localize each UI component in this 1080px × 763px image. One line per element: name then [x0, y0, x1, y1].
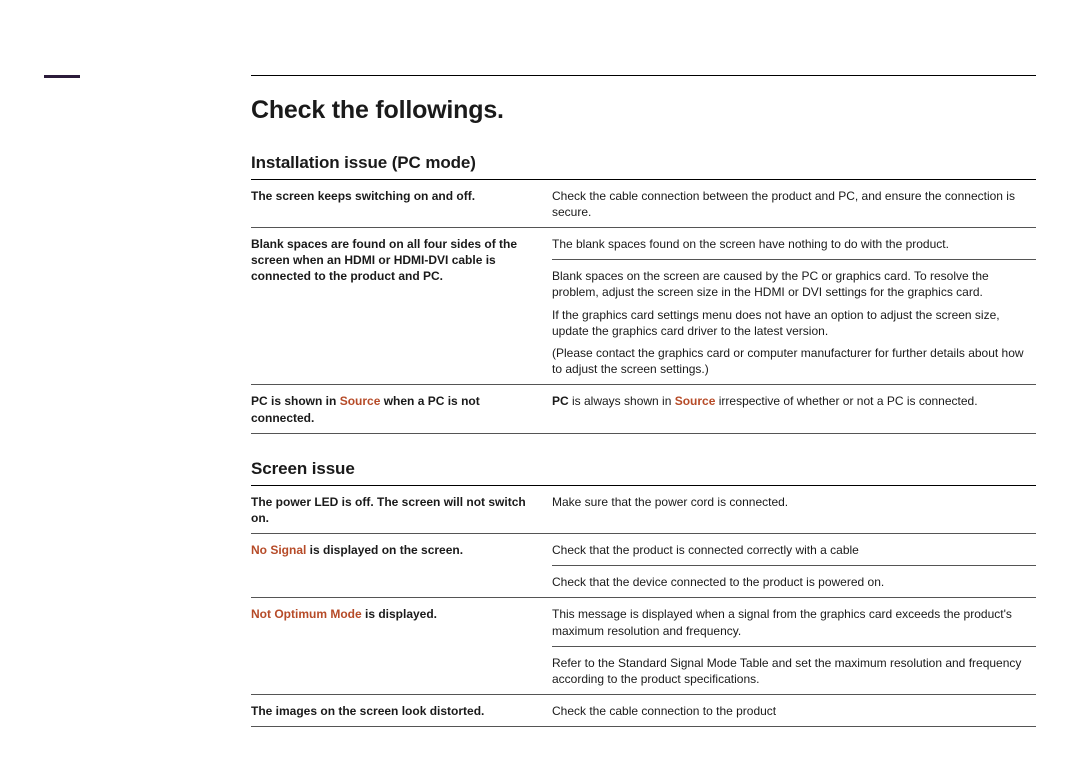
section-heading-screen: Screen issue — [251, 458, 1036, 481]
accent-term: No Signal — [251, 543, 306, 557]
desc-line: If the graphics card settings menu does … — [552, 307, 1030, 339]
label-part: PC — [251, 394, 268, 408]
issue-desc: The blank spaces found on the screen hav… — [552, 228, 1036, 259]
issue-desc: This message is displayed when a signal … — [552, 598, 1036, 645]
issue-desc: Check the cable connection between the p… — [552, 180, 1036, 227]
desc-part: is always shown in — [569, 394, 675, 408]
row-divider — [251, 433, 1036, 434]
desc-line: (Please contact the graphics card or com… — [552, 345, 1030, 377]
accent-term: Source — [340, 394, 381, 408]
page-title: Check the followings. — [251, 94, 1036, 128]
issue-desc: Refer to the Standard Signal Mode Table … — [552, 647, 1036, 694]
issue-label: PC is shown in Source when a PC is not c… — [251, 385, 552, 432]
section-heading-installation: Installation issue (PC mode) — [251, 152, 1036, 175]
issue-desc: Blank spaces on the screen are caused by… — [552, 260, 1036, 384]
issue-label: The screen keeps switching on and off. — [251, 180, 552, 227]
issue-desc: Make sure that the power cord is connect… — [552, 486, 1036, 533]
issue-desc: PC is always shown in Source irrespectiv… — [552, 385, 1036, 432]
row-divider — [251, 726, 1036, 727]
desc-part: irrespective of whether or not a PC is c… — [715, 394, 977, 408]
issue-label: Blank spaces are found on all four sides… — [251, 228, 552, 384]
label-part: is displayed. — [362, 607, 437, 621]
issue-desc: Check the cable connection to the produc… — [552, 695, 1036, 726]
issue-label: The power LED is off. The screen will no… — [251, 486, 552, 533]
issue-label: No Signal is displayed on the screen. — [251, 534, 552, 597]
issue-label: The images on the screen look distorted. — [251, 695, 552, 726]
issue-desc: Check that the device connected to the p… — [552, 566, 1036, 597]
document-body: Check the followings. Installation issue… — [251, 0, 1036, 727]
accent-term: Source — [675, 394, 716, 408]
top-horizontal-rule — [251, 75, 1036, 76]
issue-label: Not Optimum Mode is displayed. — [251, 598, 552, 694]
screen-table: The power LED is off. The screen will no… — [251, 486, 1036, 728]
accent-bar-icon — [44, 75, 80, 78]
accent-term: Not Optimum Mode — [251, 607, 362, 621]
issue-desc: Check that the product is connected corr… — [552, 534, 1036, 565]
label-part: is displayed on the screen. — [306, 543, 463, 557]
desc-part: PC — [552, 394, 569, 408]
desc-line: Blank spaces on the screen are caused by… — [552, 268, 1030, 300]
label-part: is shown in — [268, 394, 340, 408]
installation-table: The screen keeps switching on and off. C… — [251, 180, 1036, 434]
